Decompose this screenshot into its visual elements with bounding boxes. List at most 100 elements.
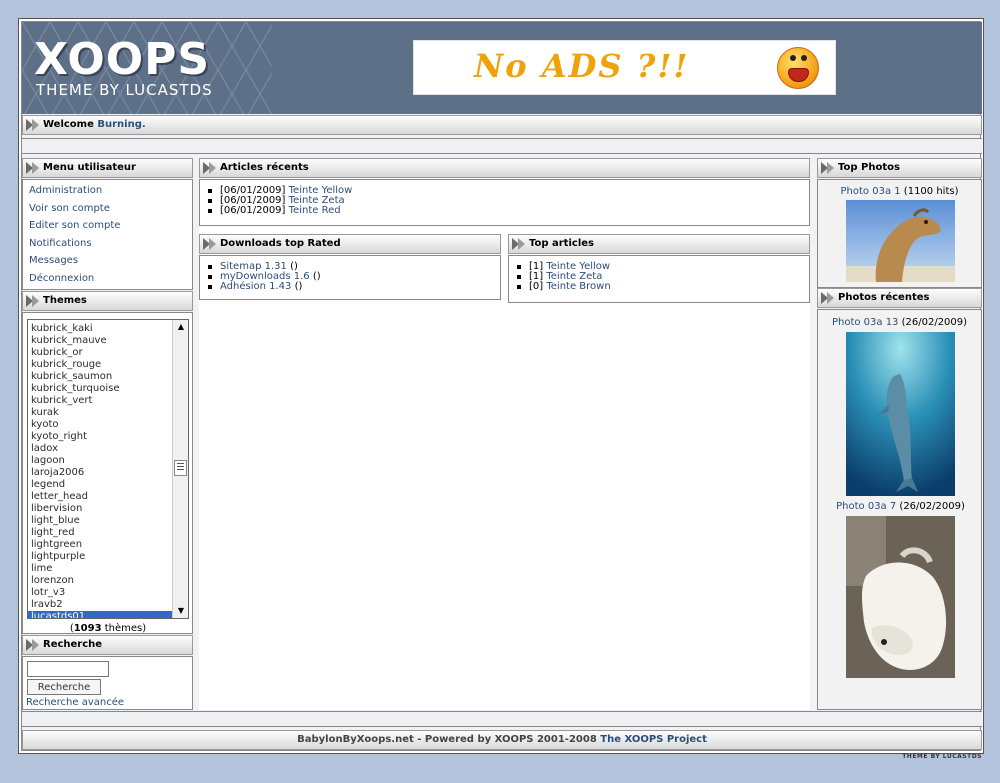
theme-option[interactable]: kubrick_saumon [28,371,174,383]
theme-option[interactable]: kubrick_mauve [28,335,174,347]
ad-text: No ADS ?!! [474,47,690,85]
advanced-search-link[interactable]: Recherche avancée [26,697,124,708]
menu-item-notifications[interactable]: Notifications [23,235,192,253]
menu-item-logout[interactable]: Déconnexion [23,270,192,288]
top-photos-title: Top Photos [838,162,900,173]
theme-option[interactable]: kubrick_or [28,347,174,359]
menu-item-messages[interactable]: Messages [23,252,192,270]
dolphin-photo[interactable] [846,332,955,496]
menu-item-edit-account[interactable]: Editer son compte [23,217,192,235]
xoops-project-link[interactable]: The XOOPS Project [600,734,707,745]
theme-option[interactable]: legend [28,479,174,491]
theme-option[interactable]: lravb2 [28,599,174,611]
list-item-prefix: [0] [529,281,544,292]
welcome-username[interactable]: Burning. [97,119,145,130]
list-item: Adhésion 1.43 () [206,282,500,292]
themes-box: kubrick_kaki kubrick_mauve kubrick_or kubri… [22,312,193,634]
list-item: [0] Teinte Brown [515,282,809,292]
double-arrow-icon [203,238,216,251]
camel-photo[interactable] [846,200,955,282]
search-title: Recherche [43,639,103,650]
double-arrow-icon [26,119,39,132]
scroll-down-icon[interactable]: ▼ [173,604,188,618]
list-item-suffix: () [294,281,303,292]
recent-articles-list: [06/01/2009] Teinte Yellow [06/01/2009] T… [200,180,809,216]
top-photo-link[interactable]: Photo 03a 1 [841,186,901,197]
page-inner: XOOPS THEME BY LUCASTDS No ADS ?!! Welco… [21,21,982,751]
top-articles-header: Top articles [508,234,810,254]
list-item-link[interactable]: Adhésion 1.43 [220,281,291,292]
double-arrow-icon [26,162,39,175]
page-frame: XOOPS THEME BY LUCASTDS No ADS ?!! Welco… [18,18,984,754]
search-button[interactable]: Recherche [27,679,101,695]
theme-option[interactable]: kubrick_vert [28,395,174,407]
menu-item-administration[interactable]: Administration [23,182,192,200]
recent-photo-link-1[interactable]: Photo 03a 13 [832,317,898,328]
theme-option[interactable]: kurak [28,407,174,419]
theme-option[interactable]: kubrick_kaki [28,323,174,335]
theme-option[interactable]: lotr_v3 [28,587,174,599]
double-arrow-icon [512,238,525,251]
screaming-smiley-icon [777,47,819,89]
list-item-link[interactable]: Teinte Red [289,205,341,216]
footer-text: BabylonByXoops.net - Powered by XOOPS 20… [297,734,601,745]
theme-option[interactable]: letter_head [28,491,174,503]
welcome-text: Welcome [43,119,98,130]
theme-option[interactable]: lightpurple [28,551,174,563]
theme-option[interactable]: kubrick_rouge [28,359,174,371]
downloads-box: Sitemap 1.31 () myDownloads 1.6 () Adhésio… [199,255,501,300]
double-arrow-icon [821,162,834,175]
recent-photo-caption-2: Photo 03a 7 (26/02/2009) [836,501,965,512]
ad-banner[interactable]: No ADS ?!! [413,40,836,95]
theme-option[interactable]: lucastds01 [28,611,174,618]
theme-options: kubrick_kaki kubrick_mauve kubrick_or kubri… [28,323,174,618]
theme-option[interactable]: ladox [28,443,174,455]
polar-bear-photo[interactable] [846,516,955,678]
theme-option[interactable]: lime [28,563,174,575]
list-item-link[interactable]: Teinte Brown [546,281,610,292]
user-menu: Administration Voir son compte Editer so… [22,179,193,290]
recent-photo-link-2[interactable]: Photo 03a 7 [836,501,896,512]
left-column: Menu utilisateur Administration Voir son… [22,158,193,710]
smiley-eye-right [801,55,807,61]
menu-item-view-account[interactable]: Voir son compte [23,200,192,218]
double-arrow-icon [203,162,216,175]
search-input[interactable] [27,661,109,677]
theme-option[interactable]: kyoto_right [28,431,174,443]
recent-articles-header: Articles récents [199,158,810,178]
right-column: Top Photos Photo 03a 1 (1100 hits) Photo… [817,158,982,710]
theme-option[interactable]: light_red [28,527,174,539]
user-menu-title: Menu utilisateur [43,162,136,173]
theme-option[interactable]: laroja2006 [28,467,174,479]
theme-count: (1093 thèmes) [69,623,147,634]
theme-option[interactable]: lorenzon [28,575,174,587]
list-item-prefix: [06/01/2009] [220,205,286,216]
themes-header: Themes [22,291,193,311]
themes-title: Themes [43,295,87,306]
recent-photo-caption-1: Photo 03a 13 (26/02/2009) [831,317,968,328]
center-column: Articles récents [06/01/2009] Teinte Yel… [199,158,810,710]
list-item-suffix: () [312,271,321,282]
top-articles-list: [1] Teinte Yellow [1] Teinte Zeta [0] Tein… [509,256,809,292]
theme-option[interactable]: lightgreen [28,539,174,551]
theme-option[interactable]: kyoto [28,419,174,431]
recent-photos-box: Photo 03a 13 (26/02/2009) Photo 03a 7 (2… [817,309,982,710]
top-photo-caption: Photo 03a 1 (1100 hits) [840,186,959,197]
user-menu-header: Menu utilisateur [22,158,193,178]
site-footer: BabylonByXoops.net - Powered by XOOPS 20… [22,730,982,750]
theme-option[interactable]: libervision [28,503,174,515]
logo-subtitle: THEME BY LUCASTDS [36,81,213,99]
double-arrow-icon [821,292,834,305]
top-strip [22,138,982,154]
site-logo[interactable]: XOOPS [34,34,210,85]
smiley-eye-left [790,55,796,61]
theme-count-number: 1093 [73,623,102,634]
scroll-up-icon[interactable]: ▲ [173,320,188,334]
theme-list-scrollbar[interactable]: ▲ ▼ [172,320,188,618]
top-photos-header: Top Photos [817,158,982,178]
theme-option[interactable]: kubrick_turquoise [28,383,174,395]
scroll-thumb[interactable] [174,460,187,476]
theme-option[interactable]: lagoon [28,455,174,467]
theme-select-list[interactable]: kubrick_kaki kubrick_mauve kubrick_or kubri… [27,319,189,619]
theme-option[interactable]: light_blue [28,515,174,527]
